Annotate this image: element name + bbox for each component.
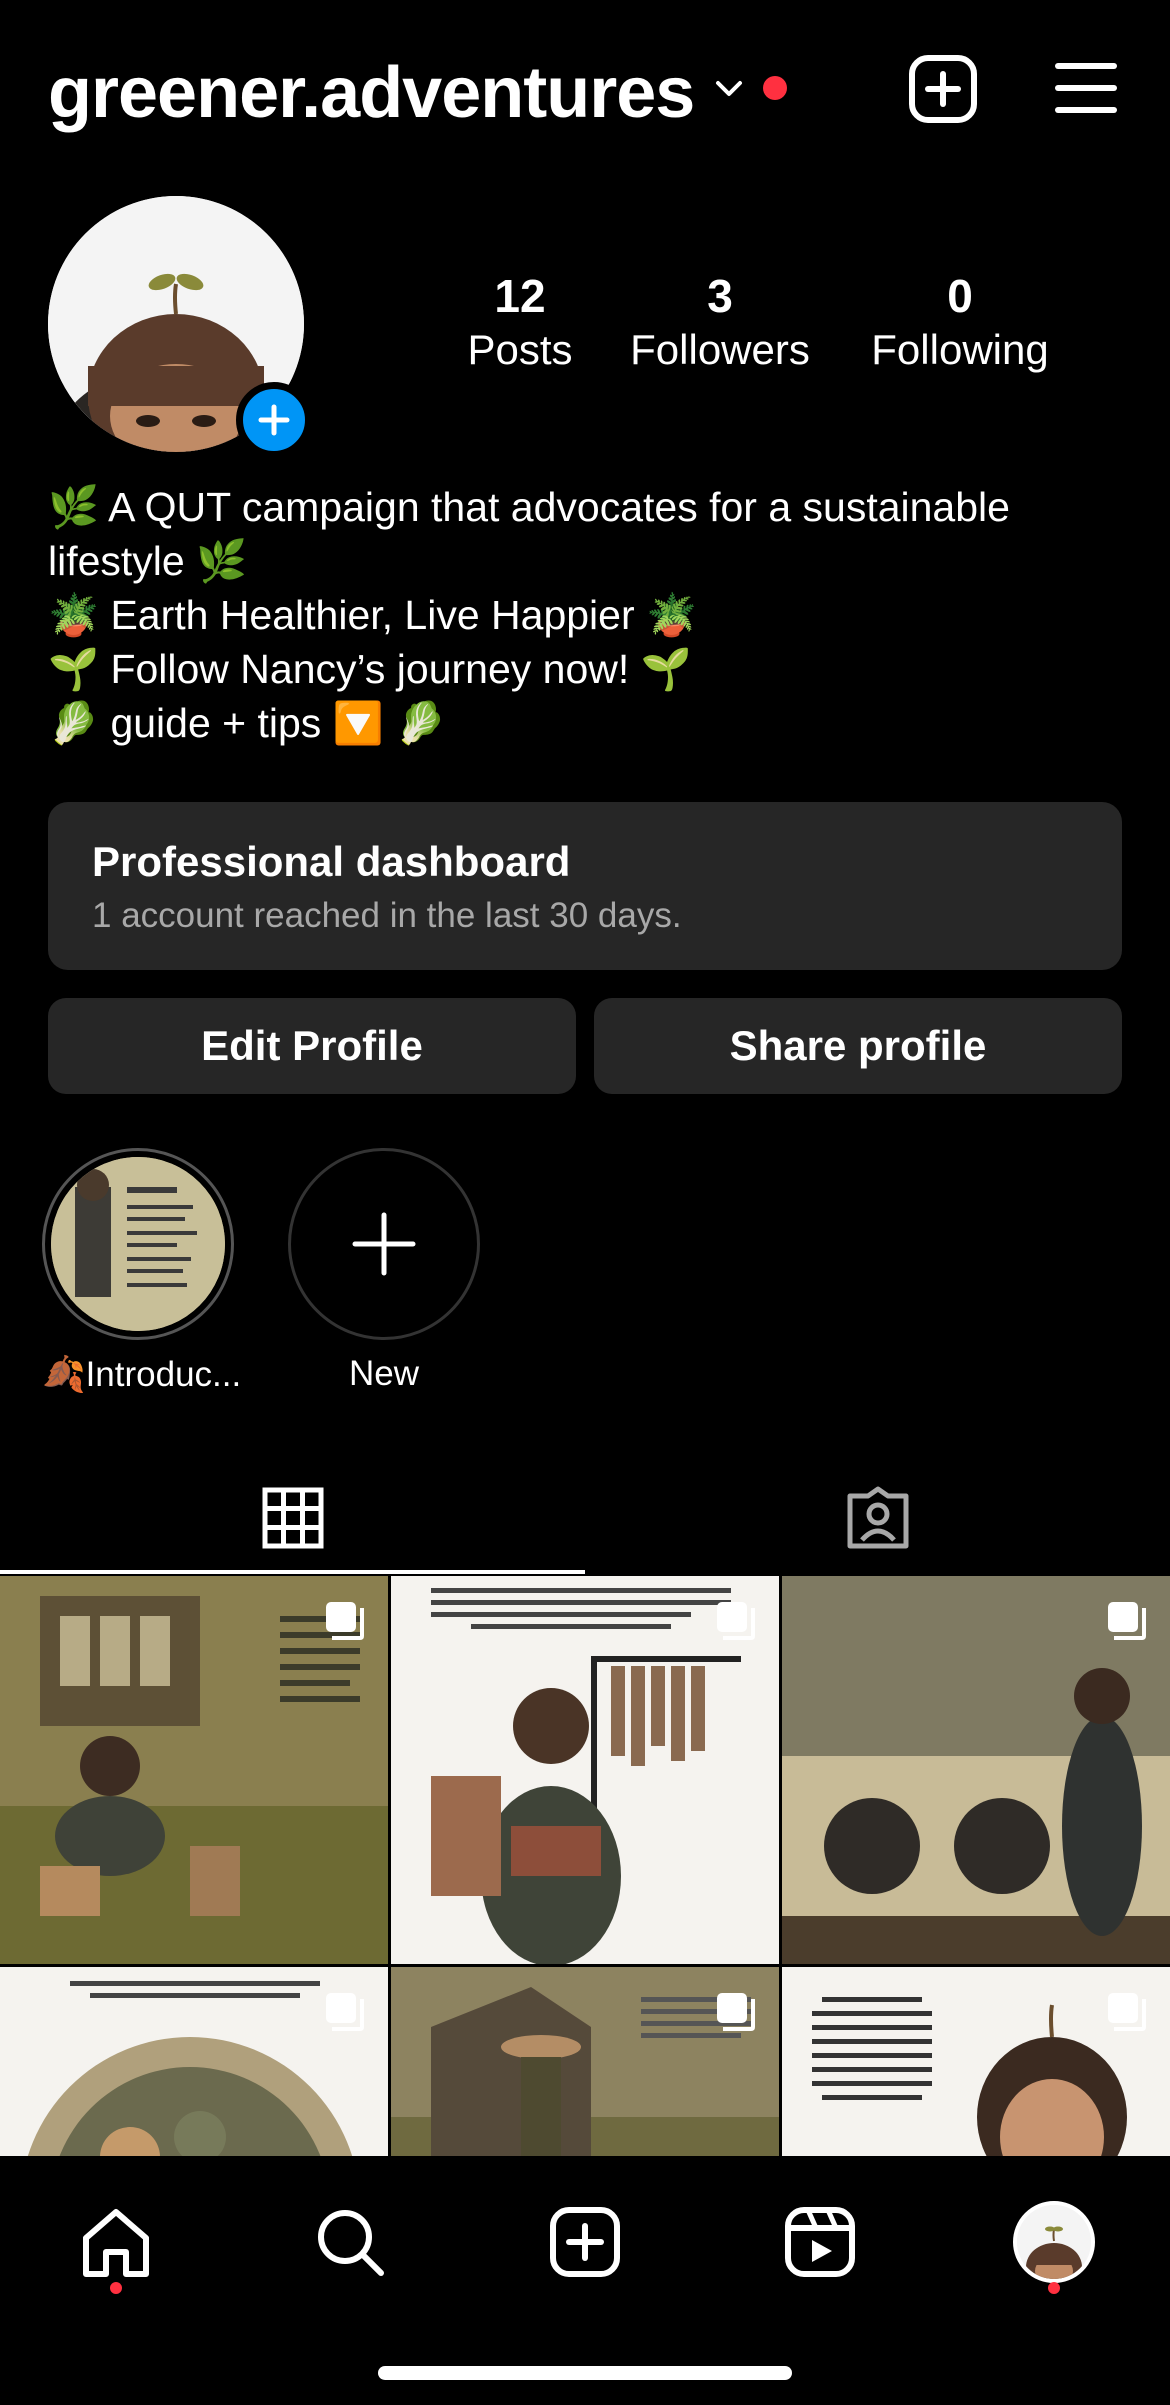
edit-profile-button[interactable]: Edit Profile bbox=[48, 998, 576, 1094]
plus-icon bbox=[258, 404, 290, 436]
tab-posts-grid[interactable] bbox=[0, 1462, 585, 1574]
profile-bio: 🌿 A QUT campaign that advocates for a su… bbox=[48, 480, 1128, 750]
nav-create[interactable] bbox=[535, 2192, 635, 2292]
highlight-introduction[interactable]: 🍂Introduc... bbox=[42, 1148, 242, 1395]
grid-icon bbox=[262, 1487, 323, 1549]
reels-icon bbox=[785, 2207, 855, 2277]
stat-label: Followers bbox=[630, 326, 810, 373]
profile-stats: 12 Posts 3 Followers 0 Following bbox=[440, 268, 1120, 388]
carousel-icon bbox=[717, 1993, 755, 2031]
bio-line: 🥬 guide + tips 🔽 🥬 bbox=[48, 700, 447, 746]
plus-icon bbox=[352, 1212, 416, 1276]
notification-dot bbox=[763, 76, 787, 100]
stat-posts[interactable]: 12 Posts bbox=[440, 268, 600, 388]
highlight-ring bbox=[288, 1148, 480, 1340]
dashboard-title: Professional dashboard bbox=[92, 838, 571, 885]
post-thumbnail[interactable] bbox=[782, 1576, 1170, 1964]
bio-line: 🌱 Follow Nancy’s journey now! 🌱 bbox=[48, 646, 692, 692]
menu-icon[interactable] bbox=[1054, 60, 1118, 116]
stat-value: 12 bbox=[494, 270, 546, 322]
highlight-label: 🍂Introduc... bbox=[42, 1355, 242, 1394]
highlight-ring bbox=[42, 1148, 234, 1340]
stat-value: 0 bbox=[947, 270, 973, 322]
bio-line: 🌿 A QUT campaign that advocates for a su… bbox=[48, 484, 1010, 584]
create-post-icon[interactable] bbox=[908, 54, 978, 124]
tagged-icon bbox=[847, 1486, 908, 1549]
home-icon bbox=[83, 2209, 149, 2277]
carousel-icon bbox=[326, 1602, 364, 1640]
nav-search[interactable] bbox=[300, 2192, 400, 2292]
carousel-icon bbox=[717, 1602, 755, 1640]
add-story-button[interactable] bbox=[236, 382, 312, 458]
nav-home[interactable] bbox=[66, 2192, 166, 2292]
post-thumbnail[interactable] bbox=[0, 1967, 388, 2156]
post-thumbnail[interactable] bbox=[782, 1967, 1170, 2156]
carousel-icon bbox=[1108, 1993, 1146, 2031]
stat-followers[interactable]: 3 Followers bbox=[600, 268, 840, 388]
nav-profile[interactable] bbox=[1004, 2192, 1104, 2292]
carousel-icon bbox=[1108, 1602, 1146, 1640]
nav-reels[interactable] bbox=[770, 2192, 870, 2292]
dashboard-subtitle: 1 account reached in the last 30 days. bbox=[92, 896, 682, 935]
chevron-down-icon[interactable] bbox=[710, 70, 748, 108]
home-indicator[interactable] bbox=[378, 2366, 792, 2380]
post-thumbnail[interactable] bbox=[391, 1967, 779, 2156]
profile-header: greener.adventures bbox=[0, 0, 1170, 180]
profile-tabs bbox=[0, 1462, 1170, 1574]
notification-dot bbox=[1048, 2282, 1060, 2294]
post-thumbnail[interactable] bbox=[391, 1576, 779, 1964]
highlight-cover bbox=[51, 1157, 225, 1331]
bio-line: 🪴 Earth Healthier, Live Happier 🪴 bbox=[48, 592, 698, 638]
account-switcher-username[interactable]: greener.adventures bbox=[48, 52, 695, 134]
new-highlight-button[interactable]: New bbox=[288, 1148, 480, 1394]
profile-action-buttons: Edit Profile Share profile bbox=[48, 998, 1122, 1094]
stat-following[interactable]: 0 Following bbox=[840, 268, 1080, 388]
highlight-label: New bbox=[348, 1354, 420, 1393]
active-tab-indicator bbox=[0, 1570, 585, 1574]
profile-avatar bbox=[1013, 2201, 1095, 2283]
notification-dot bbox=[110, 2282, 122, 2294]
tab-tagged[interactable] bbox=[585, 1462, 1170, 1574]
stat-label: Posts bbox=[467, 326, 573, 373]
profile-avatar-container[interactable] bbox=[48, 196, 312, 458]
share-profile-button[interactable]: Share profile bbox=[594, 998, 1122, 1094]
stat-label: Following bbox=[871, 326, 1049, 373]
post-thumbnail[interactable] bbox=[0, 1576, 388, 1964]
create-icon bbox=[550, 2207, 620, 2277]
professional-dashboard-card[interactable]: Professional dashboard 1 account reached… bbox=[48, 802, 1122, 970]
stat-value: 3 bbox=[707, 270, 733, 322]
search-icon bbox=[318, 2210, 384, 2276]
carousel-icon bbox=[326, 1993, 364, 2031]
posts-grid bbox=[0, 1576, 1170, 2156]
